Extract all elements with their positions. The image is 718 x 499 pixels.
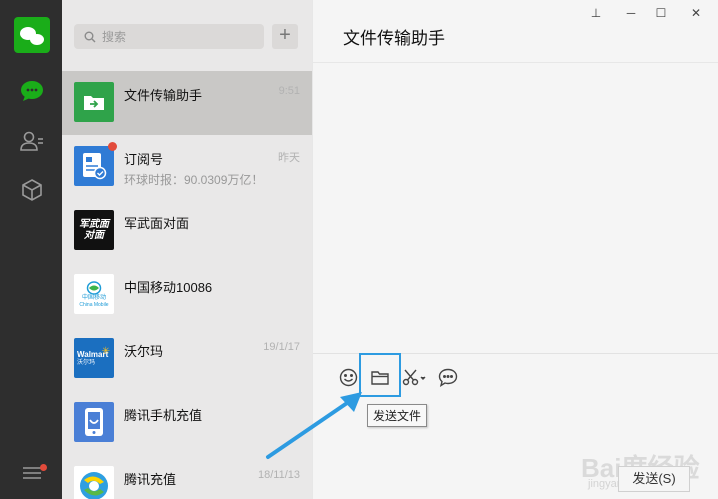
unread-badge	[108, 142, 117, 151]
contact-time: 9:51	[278, 85, 300, 97]
title-divider	[313, 62, 718, 63]
menu-notification-dot	[40, 464, 47, 471]
subscription-avatar	[74, 146, 114, 186]
avatar-bubble	[30, 34, 44, 45]
add-chat-button[interactable]: +	[272, 24, 298, 49]
chat-icon[interactable]	[19, 78, 45, 104]
contact-time: 18/11/13	[257, 469, 300, 481]
search-placeholder: 搜索	[102, 30, 127, 44]
contacts-icon[interactable]	[19, 128, 45, 154]
walmart-spark-icon: ✳	[101, 346, 110, 357]
search-box[interactable]: 搜索	[74, 24, 264, 49]
junwu-avatar: 军武面对面	[74, 210, 114, 250]
contact-name: 腾讯手机充值	[124, 408, 203, 423]
screenshot-icon[interactable]	[401, 366, 427, 388]
maximize-icon[interactable]: ☐	[650, 4, 672, 22]
close-icon[interactable]: ✕	[685, 4, 707, 22]
contact-name: 中国移动10086	[124, 280, 213, 295]
contact-time: 19/1/17	[263, 341, 300, 353]
minimize-icon[interactable]: ─	[620, 4, 642, 22]
list-item[interactable]: 中国移动 China Mobile 中国移动10086	[62, 263, 312, 327]
china-mobile-avatar: 中国移动 China Mobile	[74, 274, 114, 314]
walmart-logo-cn: 沃尔玛	[77, 359, 96, 366]
chat-panel: ⊥ ─ ☐ ✕ 文件传输助手 发送文件 Bai度经验 jingyan.baidu…	[312, 0, 718, 499]
list-item[interactable]: 订阅号 环球时报：90.0309万亿！ 昨天	[62, 135, 312, 199]
user-avatar[interactable]	[14, 17, 50, 53]
annotation-arrow	[266, 392, 362, 459]
pin-icon[interactable]: ⊥	[585, 4, 607, 22]
favorites-icon[interactable]	[19, 177, 45, 203]
tencent-phone-recharge-avatar	[74, 402, 114, 442]
walmart-avatar: Walmart 沃尔玛 ✳	[74, 338, 114, 378]
file-transfer-avatar	[74, 82, 114, 122]
send-file-tooltip: 发送文件	[367, 404, 428, 427]
china-mobile-logo-en: China Mobile	[79, 301, 109, 308]
folder-icon[interactable]	[369, 366, 391, 388]
chat-title: 文件传输助手	[343, 29, 445, 48]
junwu-logo-text: 军武面对面	[79, 219, 109, 241]
chat-history-icon[interactable]	[437, 366, 459, 388]
contact-time: 昨天	[278, 152, 300, 164]
contact-preview: 环球时报：90.0309万亿！	[124, 173, 264, 187]
list-item[interactable]: 文件传输助手 9:51	[62, 71, 312, 135]
contact-name: 军武面对面	[124, 216, 190, 231]
send-button[interactable]: 发送(S)	[618, 466, 690, 492]
contact-name: 沃尔玛	[124, 344, 164, 359]
china-mobile-logo-cn: 中国移动	[81, 294, 106, 301]
china-mobile-logo	[86, 280, 102, 295]
contact-name: 文件传输助手	[124, 88, 203, 103]
contact-name: 腾讯充值	[124, 472, 177, 487]
navigation-rail	[0, 0, 62, 499]
tencent-recharge-avatar	[74, 466, 114, 499]
emoji-icon[interactable]	[337, 366, 359, 388]
search-icon	[84, 31, 96, 42]
contact-name: 订阅号	[124, 152, 164, 167]
list-item[interactable]: Walmart 沃尔玛 ✳ 沃尔玛 19/1/17	[62, 327, 312, 391]
list-item[interactable]: 军武面对面 军武面对面	[62, 199, 312, 263]
